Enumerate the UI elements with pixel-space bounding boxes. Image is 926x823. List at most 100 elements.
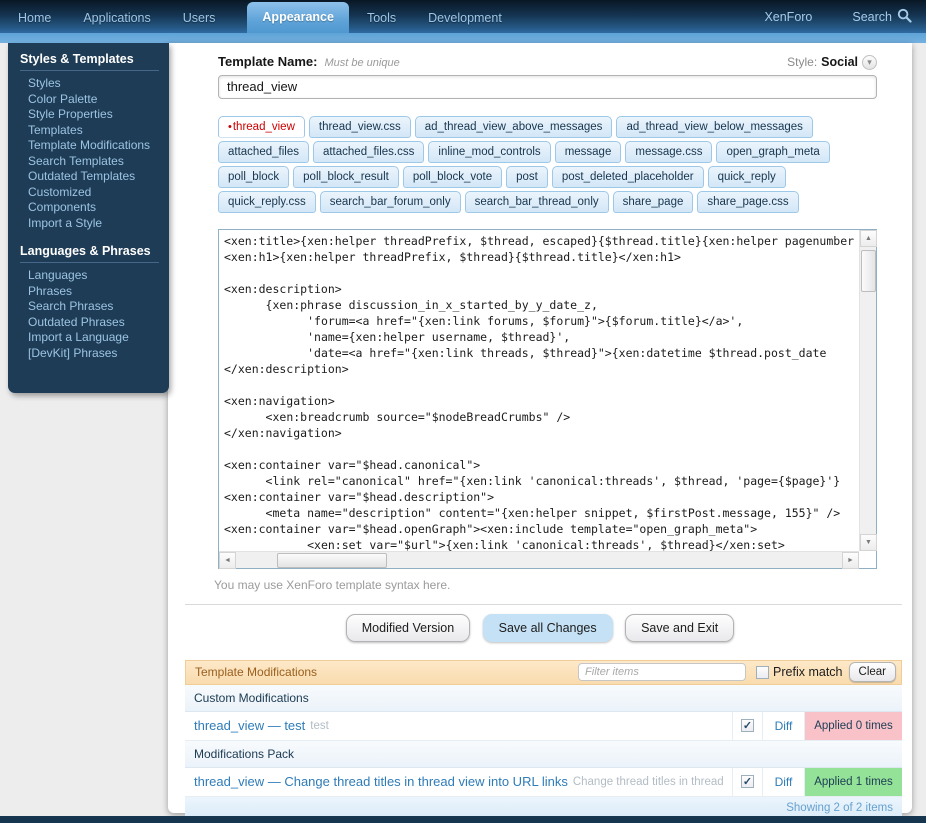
template-name-input[interactable]: [218, 75, 877, 99]
sidebar-item-languages[interactable]: Languages: [20, 268, 159, 284]
nav-item-home[interactable]: Home: [18, 11, 51, 33]
template-code[interactable]: <xen:title>{xen:helper threadPrefix, $th…: [219, 230, 859, 551]
modification-enabled-checkbox[interactable]: ✓: [741, 719, 754, 732]
tab-poll_block_result[interactable]: poll_block_result: [293, 166, 399, 188]
tab-quick_reply[interactable]: quick_reply: [708, 166, 786, 188]
modified-bullet-icon: •: [228, 121, 232, 133]
sidebar-item-import-a-style[interactable]: Import a Style: [20, 216, 159, 232]
vertical-scroll-thumb[interactable]: [861, 250, 876, 292]
save-and-exit-button[interactable]: Save and Exit: [625, 614, 734, 642]
tab-inline_mod_controls[interactable]: inline_mod_controls: [428, 141, 550, 163]
tab-poll_block[interactable]: poll_block: [218, 166, 289, 188]
nav-item-development[interactable]: Development: [428, 11, 502, 33]
template-modifications-title: Template Modifications: [195, 665, 578, 679]
modification-description: Change thread titles in thread: [573, 776, 724, 788]
tab-share_page[interactable]: share_page: [613, 191, 694, 213]
applied-count-badge: Applied 0 times: [804, 712, 902, 740]
scroll-up-icon[interactable]: ▲: [860, 230, 877, 247]
horizontal-scroll-thumb[interactable]: [277, 553, 387, 568]
tab-search_bar_forum_only[interactable]: search_bar_forum_only: [320, 191, 461, 213]
sidebar-item-outdated-templates[interactable]: Outdated Templates: [20, 169, 159, 185]
horizontal-scrollbar[interactable]: ◄ ►: [219, 551, 859, 568]
style-chooser[interactable]: Style: Social ▾: [787, 55, 877, 70]
top-navigation: Home Applications Users Appearance Tools…: [0, 0, 926, 33]
tab-attached_files[interactable]: attached_files: [218, 141, 309, 163]
clear-button[interactable]: Clear: [849, 662, 896, 682]
style-value: Social: [821, 55, 858, 69]
nav-search[interactable]: Search: [852, 8, 912, 26]
tab-quick_reply-css[interactable]: quick_reply.css: [218, 191, 316, 213]
search-icon[interactable]: [897, 8, 912, 26]
template-modifications-block: Template Modifications Prefix match Clea…: [185, 660, 902, 820]
template-tabs: •thread_view thread_view.css ad_thread_v…: [218, 116, 887, 216]
chevron-down-icon[interactable]: ▾: [862, 55, 877, 70]
tab-thread_view-css[interactable]: thread_view.css: [309, 116, 411, 138]
modification-enabled-checkbox[interactable]: ✓: [741, 775, 754, 788]
sidebar-item-template-modifications[interactable]: Template Modifications: [20, 138, 159, 154]
sidebar-item-color-palette[interactable]: Color Palette: [20, 92, 159, 108]
modification-row: thread_view — test test ✓ Diff Applied 0…: [185, 712, 902, 741]
prefix-match-option[interactable]: Prefix match: [756, 665, 842, 679]
template-name-hint: Must be unique: [324, 57, 399, 69]
prefix-match-checkbox[interactable]: [756, 666, 769, 679]
modified-version-button[interactable]: Modified Version: [346, 614, 470, 642]
syntax-hint: You may use XenForo template syntax here…: [214, 578, 877, 592]
modification-link[interactable]: thread_view — Change thread titles in th…: [194, 774, 568, 789]
tab-message[interactable]: message: [555, 141, 622, 163]
sidebar: Styles & Templates Styles Color Palette …: [8, 43, 169, 393]
group-header-modifications-pack: Modifications Pack: [185, 741, 902, 768]
sidebar-item-styles[interactable]: Styles: [20, 76, 159, 92]
modification-description: test: [310, 720, 329, 732]
modification-row: thread_view — Change thread titles in th…: [185, 768, 902, 797]
content-panel: Template Name: Must be unique Style: Soc…: [168, 43, 912, 813]
nav-item-users[interactable]: Users: [183, 11, 216, 33]
nav-item-applications[interactable]: Applications: [83, 11, 150, 33]
scroll-left-icon[interactable]: ◄: [219, 552, 236, 569]
vertical-scrollbar[interactable]: ▲ ▼: [859, 230, 876, 551]
diff-link[interactable]: Diff: [775, 719, 793, 733]
group-header-custom-modifications: Custom Modifications: [185, 685, 902, 712]
tab-message-css[interactable]: message.css: [625, 141, 712, 163]
sidebar-item-devkit-phrases[interactable]: [DevKit] Phrases: [20, 346, 159, 362]
filter-items-input[interactable]: [578, 663, 746, 681]
sidebar-item-search-templates[interactable]: Search Templates: [20, 154, 159, 170]
tab-poll_block_vote[interactable]: poll_block_vote: [403, 166, 502, 188]
nav-item-appearance[interactable]: Appearance: [247, 2, 349, 33]
modification-link[interactable]: thread_view — test: [194, 718, 305, 733]
sidebar-item-search-phrases[interactable]: Search Phrases: [20, 299, 159, 315]
template-name-label: Template Name:: [218, 54, 317, 69]
sidebar-item-templates[interactable]: Templates: [20, 123, 159, 139]
sidebar-item-phrases[interactable]: Phrases: [20, 284, 159, 300]
scroll-down-icon[interactable]: ▼: [860, 534, 877, 551]
sidebar-item-customized-components[interactable]: Customized Components: [20, 185, 159, 216]
tab-attached_files-css[interactable]: attached_files.css: [313, 141, 424, 163]
tab-open_graph_meta[interactable]: open_graph_meta: [716, 141, 829, 163]
tab-post_deleted_placeholder[interactable]: post_deleted_placeholder: [552, 166, 704, 188]
scroll-right-icon[interactable]: ►: [842, 552, 859, 569]
sidebar-item-import-a-language[interactable]: Import a Language: [20, 330, 159, 346]
style-label: Style:: [787, 55, 817, 69]
section-divider: [185, 604, 902, 605]
sidebar-item-style-properties[interactable]: Style Properties: [20, 107, 159, 123]
tab-search_bar_thread_only[interactable]: search_bar_thread_only: [465, 191, 609, 213]
xenforo-brand-link[interactable]: XenForo: [764, 10, 812, 24]
sidebar-section-languages-phrases: Languages & Phrases: [20, 244, 159, 263]
search-label: Search: [852, 10, 892, 24]
action-buttons: Modified Version Save all Changes Save a…: [168, 614, 912, 642]
template-code-editor[interactable]: <xen:title>{xen:helper threadPrefix, $th…: [218, 229, 877, 569]
tab-ad_thread_view_below_messages[interactable]: ad_thread_view_below_messages: [616, 116, 812, 138]
page-bottom-strip: [0, 816, 926, 823]
template-modifications-header: Template Modifications Prefix match Clea…: [185, 660, 902, 685]
nav-accent-strip: [0, 33, 926, 43]
sidebar-section-styles-templates: Styles & Templates: [20, 52, 159, 71]
sidebar-item-outdated-phrases[interactable]: Outdated Phrases: [20, 315, 159, 331]
save-all-changes-button[interactable]: Save all Changes: [483, 614, 613, 642]
tab-share_page-css[interactable]: share_page.css: [697, 191, 798, 213]
tab-ad_thread_view_above_messages[interactable]: ad_thread_view_above_messages: [415, 116, 613, 138]
prefix-match-label: Prefix match: [773, 665, 842, 679]
diff-link[interactable]: Diff: [775, 775, 793, 789]
nav-item-tools[interactable]: Tools: [367, 11, 396, 33]
applied-count-badge: Applied 1 times: [804, 768, 902, 796]
tab-post[interactable]: post: [506, 166, 548, 188]
tab-thread_view[interactable]: •thread_view: [218, 116, 305, 138]
